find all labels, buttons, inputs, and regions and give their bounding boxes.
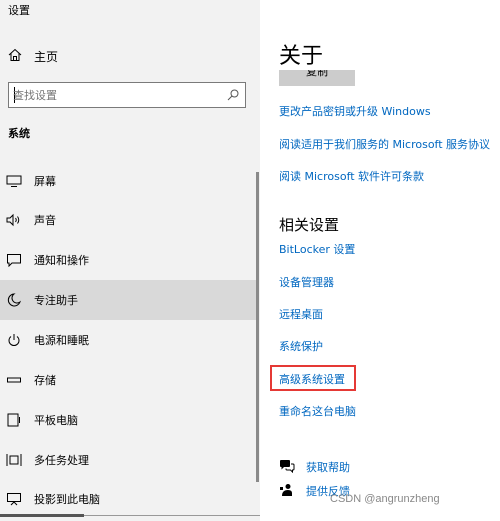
- sidebar-item-power-sleep[interactable]: 电源和睡眠: [0, 320, 256, 360]
- window-title: 设置: [8, 4, 30, 17]
- sidebar-item-label: 专注助手: [34, 294, 78, 307]
- sidebar-item-tablet[interactable]: 平板电脑: [0, 400, 256, 440]
- sidebar-item-label: 电源和睡眠: [34, 334, 89, 347]
- sidebar-item-home-label: 主页: [34, 50, 59, 64]
- link-remote-desktop[interactable]: 远程桌面: [279, 306, 323, 322]
- help-chat-icon: [280, 460, 295, 473]
- sidebar-item-project[interactable]: 投影到此电脑: [0, 479, 256, 519]
- page-title: 关于: [279, 44, 324, 69]
- copy-button-label: 复制: [306, 70, 328, 78]
- section-header-system: 系统: [8, 127, 30, 140]
- link-rename-pc[interactable]: 重命名这台电脑: [279, 403, 356, 419]
- link-change-product-key[interactable]: 更改产品密钥或升级 Windows: [279, 103, 431, 119]
- sidebar-item-multitasking[interactable]: 多任务处理: [0, 440, 256, 480]
- search-box[interactable]: [8, 82, 246, 108]
- related-settings-title: 相关设置: [279, 216, 340, 234]
- link-device-manager[interactable]: 设备管理器: [279, 274, 334, 290]
- watermark: CSDN @angrunzheng: [330, 493, 440, 505]
- display-icon: [6, 175, 22, 187]
- sidebar-item-label: 多任务处理: [34, 454, 89, 467]
- moon-icon: [7, 293, 22, 307]
- sidebar-item-storage[interactable]: 存储: [0, 360, 256, 400]
- search-icon[interactable]: [227, 89, 239, 101]
- storage-icon: [7, 377, 21, 383]
- multitask-icon: [6, 454, 22, 466]
- notification-icon: [7, 254, 21, 267]
- content-panel: 关于 复制 更改产品密钥或升级 Windows 阅读适用于我们服务的 Micro…: [260, 0, 500, 521]
- search-input[interactable]: [13, 87, 213, 103]
- link-bitlocker-settings[interactable]: BitLocker 设置: [279, 241, 355, 257]
- highlight-annotation: [270, 365, 356, 391]
- sidebar-item-focus-assist[interactable]: 专注助手: [0, 280, 256, 320]
- power-icon: [8, 334, 20, 346]
- sidebar-item-label: 声音: [34, 214, 56, 227]
- sidebar-item-label: 通知和操作: [34, 254, 89, 267]
- speaker-icon: [6, 213, 20, 227]
- link-software-license-terms[interactable]: 阅读 Microsoft 软件许可条款: [279, 168, 424, 184]
- tablet-icon: [7, 413, 20, 427]
- project-icon: [7, 493, 21, 506]
- sidebar-item-notifications[interactable]: 通知和操作: [0, 240, 256, 280]
- home-icon: [8, 48, 22, 61]
- sidebar-scrollbar[interactable]: [256, 172, 259, 482]
- feedback-icon: [280, 484, 292, 496]
- divider: [84, 515, 260, 516]
- sidebar-item-home[interactable]: 主页: [0, 42, 260, 70]
- sidebar-item-sound[interactable]: 声音: [0, 200, 256, 240]
- link-system-protection[interactable]: 系统保护: [279, 338, 323, 354]
- sidebar-item-label: 存储: [34, 374, 56, 387]
- sidebar: 设置 主页 系统 屏幕 声音 通知和操作: [0, 0, 260, 521]
- sidebar-item-label: 屏幕: [34, 175, 56, 188]
- sidebar-item-label: 平板电脑: [34, 414, 78, 427]
- horizontal-scrollbar[interactable]: [0, 514, 84, 517]
- copy-button[interactable]: 复制: [279, 70, 355, 86]
- link-microsoft-services-agreement[interactable]: 阅读适用于我们服务的 Microsoft 服务协议: [279, 136, 490, 152]
- sidebar-item-display[interactable]: 屏幕: [0, 161, 256, 201]
- sidebar-item-label: 投影到此电脑: [34, 493, 100, 506]
- get-help-label: 获取帮助: [306, 461, 350, 474]
